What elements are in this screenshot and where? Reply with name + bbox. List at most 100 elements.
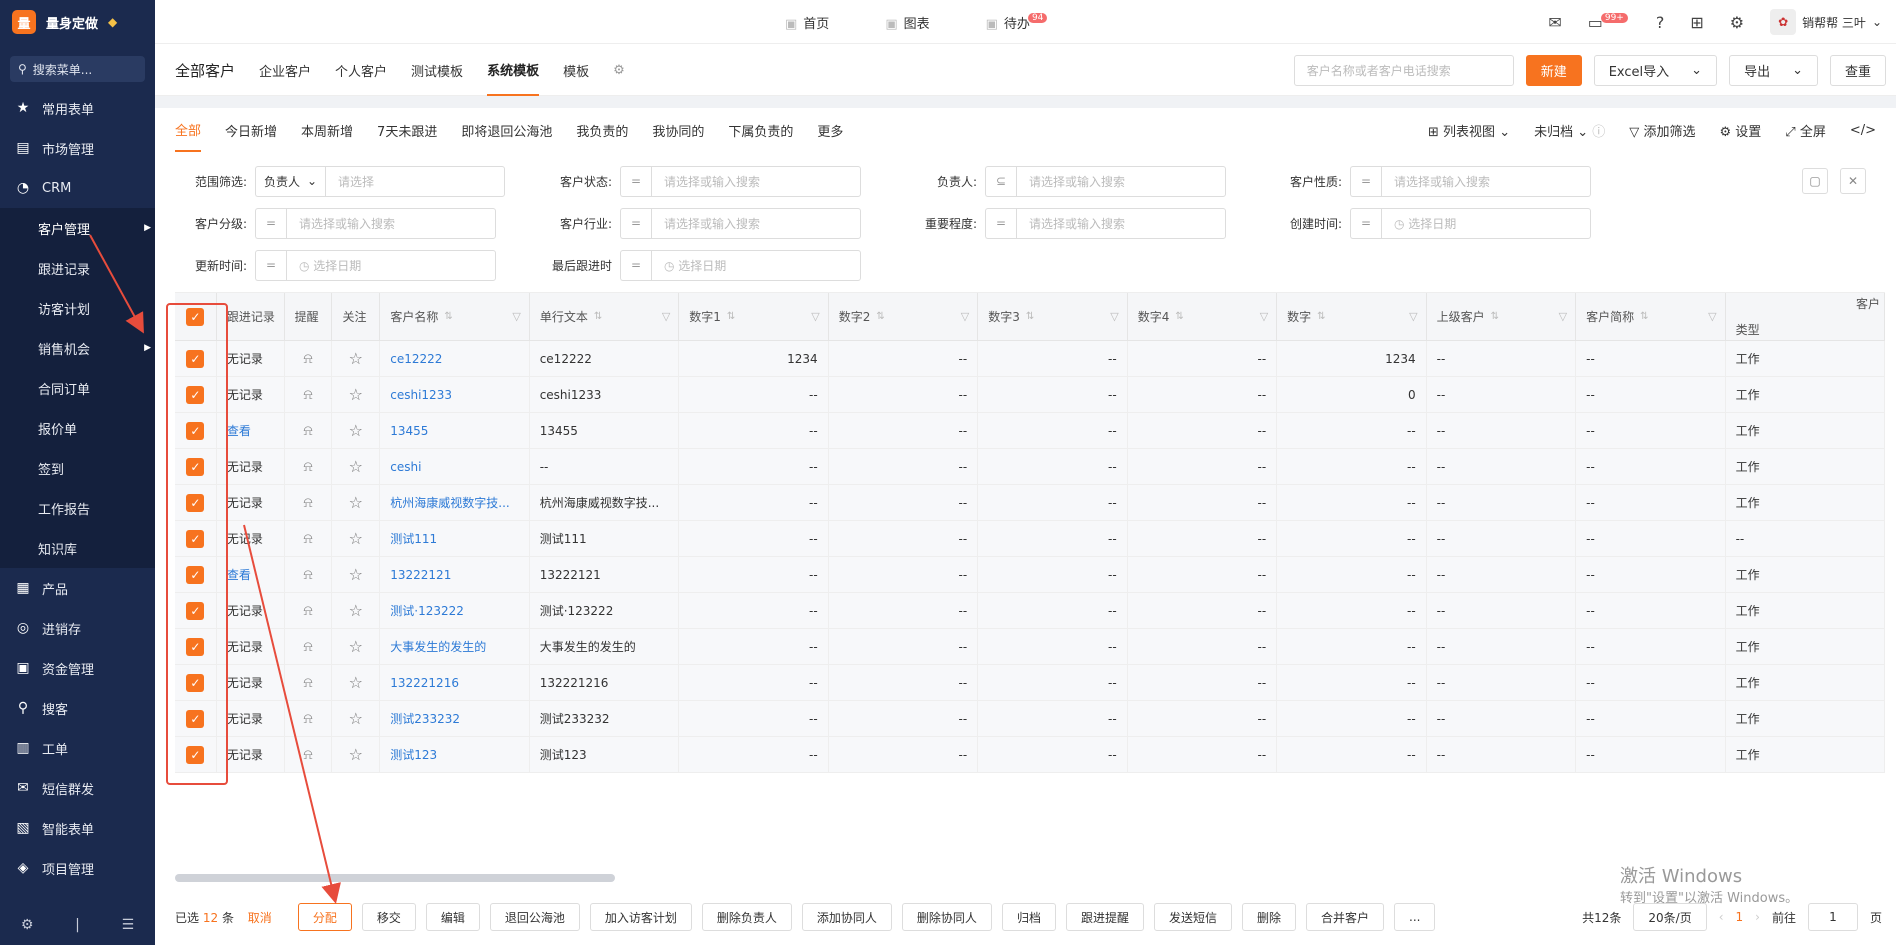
- filter-operator[interactable]: =: [620, 207, 651, 239]
- column-header[interactable]: 数字1 ⇅ ▽: [679, 293, 829, 340]
- bell-icon[interactable]: ⍾: [303, 531, 312, 547]
- customer-name-link[interactable]: ceshi1233: [380, 377, 530, 412]
- bulk-action-11[interactable]: 删除: [1241, 903, 1296, 931]
- settings-icon[interactable]: ⚙: [21, 917, 34, 933]
- column-header[interactable]: 客户 类型: [1726, 293, 1885, 340]
- sidebar-item[interactable]: ▤ 市场管理: [0, 128, 155, 168]
- tab-5[interactable]: 模板: [563, 61, 589, 80]
- sidebar-item[interactable]: ◈ 项目管理: [0, 848, 155, 888]
- column-filter-icon[interactable]: ▽: [1559, 310, 1567, 323]
- filter-operator[interactable]: 负责人 ⌄: [255, 165, 325, 197]
- sidebar-item[interactable]: ★ 常用表单: [0, 88, 155, 128]
- horizontal-scrollbar[interactable]: [175, 874, 615, 882]
- new-button[interactable]: 新建: [1525, 55, 1582, 86]
- table-row[interactable]: ✓ 无记录 ⍾ ☆ 测试123 测试123 -- -- -- -- -- -- -- 工作: [175, 737, 1885, 773]
- sidebar-subitem[interactable]: 签到: [0, 448, 155, 488]
- filter-operator[interactable]: =: [1350, 165, 1381, 197]
- bulk-action-4[interactable]: 加入访客计划: [589, 903, 692, 931]
- customer-search-input[interactable]: 客户名称或者客户电话搜索: [1293, 55, 1514, 86]
- bell-icon[interactable]: ⍾: [303, 747, 312, 763]
- code-icon[interactable]: </>: [1850, 123, 1876, 138]
- sidebar-item[interactable]: ◎ 进销存: [0, 608, 155, 648]
- collapse-menu-icon[interactable]: ☰: [122, 917, 135, 933]
- star-icon[interactable]: ☆: [349, 529, 363, 548]
- fullscreen-button[interactable]: ⤢ 全屏: [1785, 121, 1826, 140]
- customer-name-link[interactable]: ce12222: [380, 341, 530, 376]
- sort-icon[interactable]: ⇅: [1175, 311, 1183, 322]
- sort-icon[interactable]: ⇅: [594, 311, 602, 322]
- table-row[interactable]: ✓ 无记录 ⍾ ☆ ceshi1233 ceshi1233 -- -- -- -- 0 -- -- 工作: [175, 377, 1885, 413]
- bulk-action-10[interactable]: 发送短信: [1153, 903, 1232, 931]
- bulk-action-7[interactable]: 删除协同人: [901, 903, 992, 931]
- customer-name-link[interactable]: 132221216: [380, 665, 530, 700]
- filter-tab-8[interactable]: 更多: [817, 121, 843, 140]
- sidebar-subitem[interactable]: 知识库: [0, 528, 155, 568]
- gear-icon[interactable]: ⚙: [1730, 13, 1744, 32]
- column-filter-icon[interactable]: ▽: [662, 310, 670, 323]
- sidebar-subitem[interactable]: 报价单: [0, 408, 155, 448]
- filter-operator[interactable]: ⊆: [985, 165, 1016, 197]
- current-page[interactable]: 1: [1736, 910, 1744, 924]
- column-filter-icon[interactable]: ▽: [961, 310, 969, 323]
- column-filter-icon[interactable]: ▽: [512, 310, 520, 323]
- customer-name-link[interactable]: 大事发生的发生的: [380, 629, 530, 664]
- sort-icon[interactable]: ⇅: [1026, 311, 1034, 322]
- bulk-action-13[interactable]: ...: [1394, 903, 1436, 931]
- sidebar-subitem[interactable]: 跟进记录: [0, 248, 155, 288]
- bulk-action-12[interactable]: 合并客户: [1306, 903, 1385, 931]
- bulk-action-8[interactable]: 归档: [1001, 903, 1056, 931]
- column-header[interactable]: 数字2 ⇅ ▽: [829, 293, 979, 340]
- list-view-toggle[interactable]: ⊞ 列表视图 ⌄: [1428, 121, 1510, 140]
- gear-icon[interactable]: ⚙: [613, 63, 625, 78]
- customer-name-link[interactable]: 13222121: [380, 557, 530, 592]
- filter-operator[interactable]: =: [1350, 207, 1381, 239]
- star-icon[interactable]: ☆: [349, 421, 363, 440]
- logo[interactable]: 量 量身定做 ◆: [0, 0, 155, 44]
- bell-icon[interactable]: ⍾: [303, 495, 312, 511]
- cancel-selection-button[interactable]: 取消: [248, 911, 272, 925]
- sort-icon[interactable]: ⇅: [444, 311, 452, 322]
- star-icon[interactable]: ☆: [349, 349, 363, 368]
- settings-button[interactable]: ⚙ 设置: [1719, 121, 1761, 140]
- filter-tab-2[interactable]: 本周新增: [301, 121, 353, 140]
- sidebar-subitem[interactable]: 访客计划: [0, 288, 155, 328]
- filter-input[interactable]: ◷ 选择日期: [1381, 207, 1591, 239]
- save-filter-icon[interactable]: ▢: [1802, 168, 1828, 194]
- help-icon[interactable]: ?: [1656, 13, 1665, 32]
- topnav-home[interactable]: ▣ 首页: [785, 13, 829, 32]
- sidebar-item[interactable]: ▣ 资金管理: [0, 648, 155, 688]
- tab-3[interactable]: 测试模板: [411, 61, 463, 80]
- sidebar-subitem[interactable]: 销售机会 ▶: [0, 328, 155, 368]
- filter-tab-5[interactable]: 我负责的: [576, 121, 628, 140]
- bulk-action-6[interactable]: 添加协同人: [801, 903, 892, 931]
- sort-icon[interactable]: ⇅: [1491, 311, 1499, 322]
- sort-icon[interactable]: ⇅: [1317, 311, 1325, 322]
- excel-import-button[interactable]: Excel导入 ⌄: [1593, 55, 1718, 86]
- bell-icon[interactable]: ⍾: [303, 387, 312, 403]
- sidebar-item[interactable]: ▧ 智能表单: [0, 808, 155, 848]
- column-filter-icon[interactable]: ▽: [1708, 310, 1716, 323]
- sort-icon[interactable]: ⇅: [1640, 311, 1648, 322]
- bell-icon[interactable]: ⍾: [303, 423, 312, 439]
- column-header[interactable]: 数字3 ⇅ ▽: [978, 293, 1128, 340]
- bell-icon[interactable]: ⍾: [303, 639, 312, 655]
- filter-input[interactable]: 请选择或输入搜索: [1381, 165, 1591, 197]
- filter-tab-4[interactable]: 即将退回公海池: [461, 121, 552, 140]
- sidebar-subitem[interactable]: 客户管理 ▶: [0, 208, 155, 248]
- filter-operator[interactable]: =: [255, 249, 286, 281]
- star-icon[interactable]: ☆: [349, 673, 363, 692]
- tab-1[interactable]: 企业客户: [259, 61, 311, 80]
- bulk-action-2[interactable]: 编辑: [425, 903, 480, 931]
- table-row[interactable]: ✓ 无记录 ⍾ ☆ 测试233232 测试233232 -- -- -- -- -- -- -- 工作: [175, 701, 1885, 737]
- filter-input[interactable]: 请选择或输入搜索: [651, 207, 861, 239]
- column-filter-icon[interactable]: ▽: [811, 310, 819, 323]
- star-icon[interactable]: ☆: [349, 709, 363, 728]
- column-filter-icon[interactable]: ▽: [1110, 310, 1118, 323]
- topnav-chart[interactable]: ▣ 图表: [885, 13, 929, 32]
- message-icon[interactable]: ▭ 99+: [1588, 12, 1630, 32]
- bulk-action-0[interactable]: 分配: [297, 903, 352, 931]
- sidebar-item[interactable]: ✉ 短信群发: [0, 768, 155, 808]
- star-icon[interactable]: ☆: [349, 601, 363, 620]
- filter-operator[interactable]: =: [620, 249, 651, 281]
- filter-input[interactable]: 请选择: [325, 165, 505, 197]
